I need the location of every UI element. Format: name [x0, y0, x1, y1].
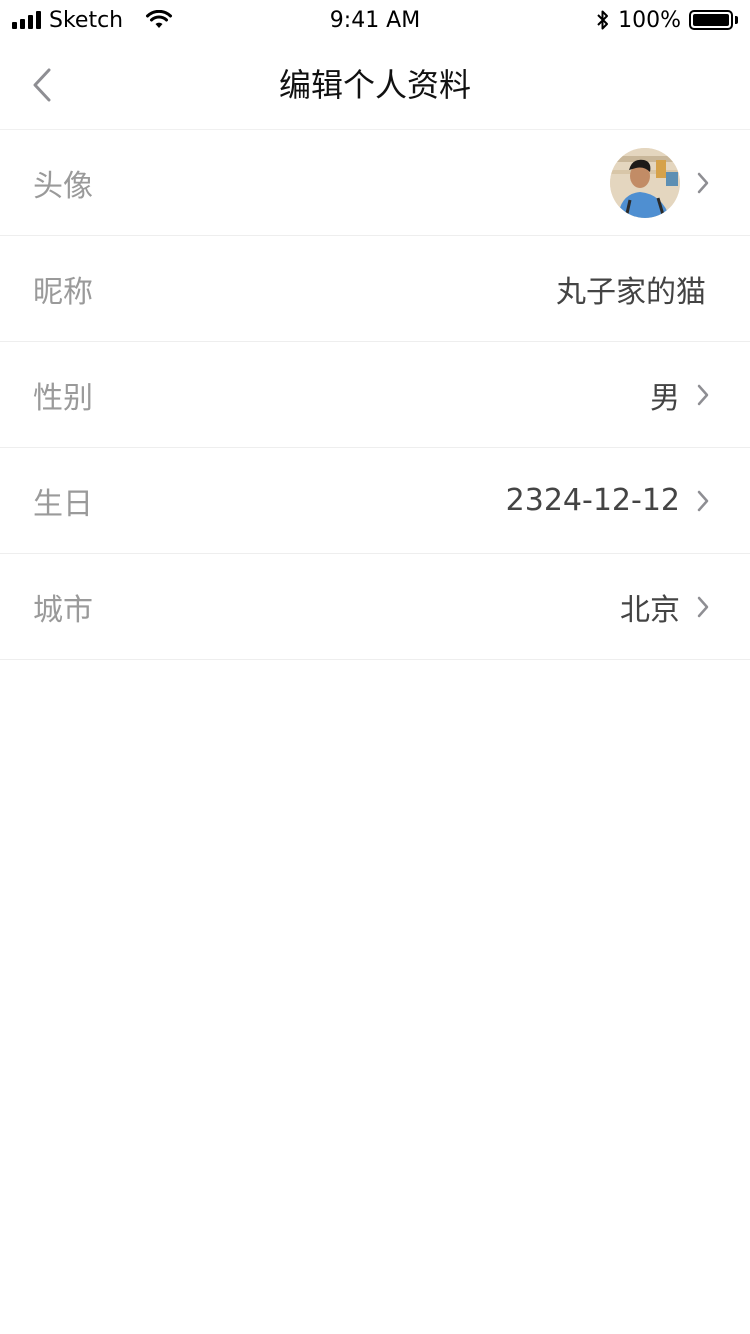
- status-right: 100%: [596, 0, 738, 40]
- battery-percent: 100%: [618, 7, 681, 33]
- wifi-icon: [145, 10, 173, 30]
- row-label: 昵称: [33, 274, 93, 310]
- chevron-right-icon: [696, 489, 710, 513]
- chevron-right-icon: [696, 595, 710, 619]
- row-right: 2324-12-12: [506, 483, 710, 518]
- profile-list: 头像 昵称 丸子家的猫 性别 男 生日 2324-12-12 城市 北京: [0, 130, 750, 660]
- signal-icon: [12, 11, 41, 29]
- gender-value: 男: [650, 380, 680, 416]
- row-right: [610, 147, 710, 218]
- battery-icon: [689, 10, 738, 30]
- row-label: 生日: [33, 486, 93, 522]
- status-bar: Sketch 9:41 AM 100%: [0, 0, 750, 40]
- row-birthday[interactable]: 生日 2324-12-12: [0, 448, 750, 554]
- page-title: 编辑个人资料: [278, 66, 471, 104]
- row-nickname[interactable]: 昵称 丸子家的猫: [0, 236, 750, 342]
- row-avatar[interactable]: 头像: [0, 130, 750, 236]
- row-label: 头像: [33, 168, 93, 204]
- city-value: 北京: [620, 592, 680, 628]
- row-label: 性别: [33, 380, 93, 416]
- row-right: 丸子家的猫: [556, 267, 710, 311]
- row-label: 城市: [33, 592, 93, 628]
- status-left: Sketch: [12, 0, 173, 40]
- chevron-right-icon: [696, 171, 710, 195]
- row-right: 男: [650, 373, 710, 417]
- row-right: 北京: [620, 585, 710, 629]
- row-city[interactable]: 城市 北京: [0, 554, 750, 660]
- nav-bar: 编辑个人资料: [0, 40, 750, 130]
- birthday-value: 2324-12-12: [505, 483, 680, 518]
- bluetooth-icon: [596, 9, 610, 31]
- avatar: [610, 147, 680, 218]
- nickname-value: 丸子家的猫: [556, 274, 706, 310]
- carrier-name: Sketch: [49, 7, 124, 33]
- chevron-right-icon: [696, 383, 710, 407]
- row-gender[interactable]: 性别 男: [0, 342, 750, 448]
